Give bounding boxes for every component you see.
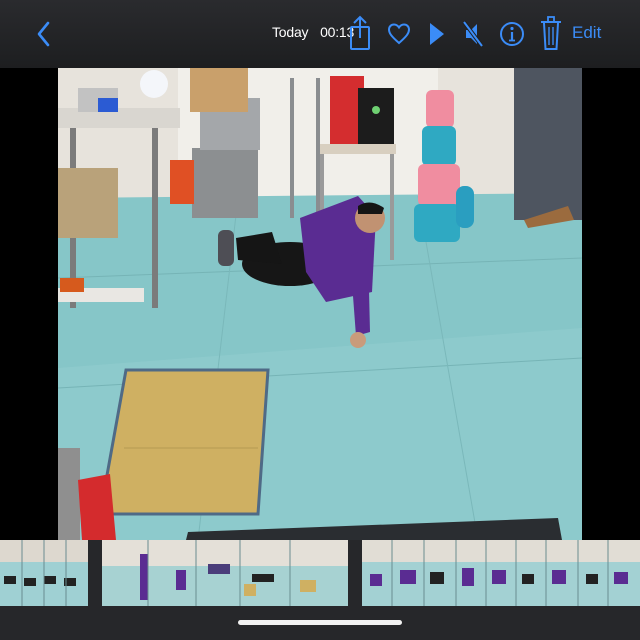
thumbnail-scrubber[interactable] xyxy=(0,540,640,606)
edit-button[interactable]: Edit xyxy=(572,23,601,43)
bottom-bar xyxy=(0,540,640,640)
play-icon[interactable] xyxy=(429,22,445,46)
thumbnail-group-middle xyxy=(102,540,348,606)
thumbnail-group-left xyxy=(0,540,88,606)
title-date: Today xyxy=(272,24,309,40)
chevron-left-icon[interactable] xyxy=(36,20,52,48)
thumbnail-group-right xyxy=(362,540,640,606)
heart-icon[interactable] xyxy=(387,22,411,46)
info-icon[interactable] xyxy=(499,21,525,47)
trash-icon[interactable] xyxy=(540,14,562,52)
home-indicator[interactable] xyxy=(238,620,402,625)
video-frame xyxy=(58,68,582,540)
speaker-mute-icon[interactable] xyxy=(462,20,484,48)
share-icon[interactable] xyxy=(349,14,371,52)
lab-scene xyxy=(58,68,582,540)
top-navigation-bar: Today 00:13 Edit xyxy=(0,0,640,68)
